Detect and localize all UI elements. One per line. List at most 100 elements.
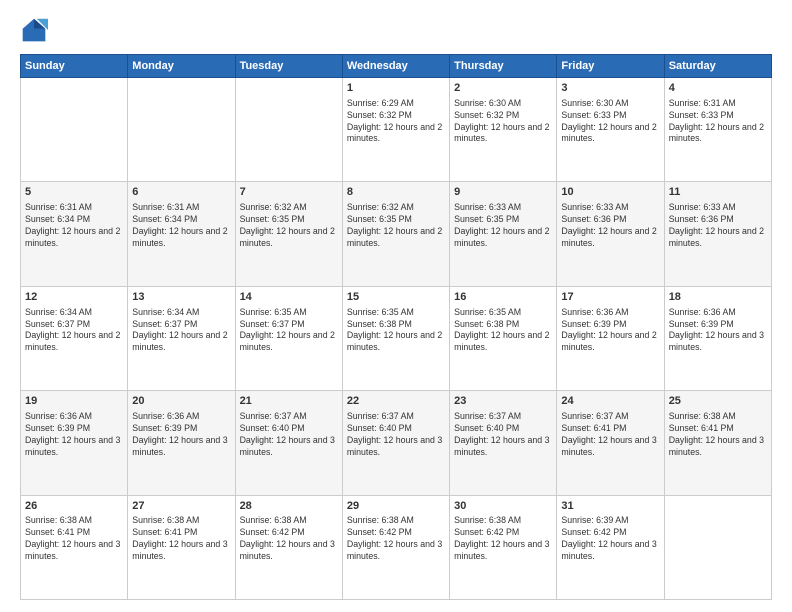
calendar-body: 1Sunrise: 6:29 AMSunset: 6:32 PMDaylight… [21,78,772,600]
calendar-cell: 9Sunrise: 6:33 AMSunset: 6:35 PMDaylight… [450,182,557,286]
day-info: Sunrise: 6:35 AM [454,307,552,319]
day-info: Sunrise: 6:36 AM [132,411,230,423]
day-info: Sunrise: 6:39 AM [561,515,659,527]
day-number: 31 [561,499,659,514]
page: SundayMondayTuesdayWednesdayThursdayFrid… [0,0,792,612]
day-number: 1 [347,81,445,96]
weekday-header-friday: Friday [557,55,664,78]
weekday-header-monday: Monday [128,55,235,78]
day-number: 6 [132,185,230,200]
day-info: Sunrise: 6:38 AM [347,515,445,527]
calendar-cell: 6Sunrise: 6:31 AMSunset: 6:34 PMDaylight… [128,182,235,286]
weekday-header-saturday: Saturday [664,55,771,78]
day-number: 4 [669,81,767,96]
day-number: 3 [561,81,659,96]
day-info: Sunrise: 6:33 AM [669,202,767,214]
day-number: 27 [132,499,230,514]
calendar-cell: 31Sunrise: 6:39 AMSunset: 6:42 PMDayligh… [557,495,664,599]
day-info: Sunset: 6:41 PM [132,527,230,539]
day-info: Sunset: 6:42 PM [454,527,552,539]
calendar-cell: 28Sunrise: 6:38 AMSunset: 6:42 PMDayligh… [235,495,342,599]
calendar-cell: 18Sunrise: 6:36 AMSunset: 6:39 PMDayligh… [664,286,771,390]
calendar-cell: 14Sunrise: 6:35 AMSunset: 6:37 PMDayligh… [235,286,342,390]
day-number: 17 [561,290,659,305]
calendar-cell: 25 Sunrise: 6:38 AMSunset: 6:41 PMDayligh… [664,391,771,495]
day-info: Daylight: 12 hours and 2 minutes. [454,330,552,354]
calendar-cell: 20Sunrise: 6:36 AMSunset: 6:39 PMDayligh… [128,391,235,495]
day-info: Sunrise: 6:29 AM [347,98,445,110]
day-info: Daylight: 12 hours and 3 minutes. [454,435,552,459]
day-number: 14 [240,290,338,305]
calendar-cell: 19Sunrise: 6:36 AMSunset: 6:39 PMDayligh… [21,391,128,495]
calendar-cell [128,78,235,182]
day-info: Sunrise: 6:36 AM [669,307,767,319]
calendar-week-5: 26Sunrise: 6:38 AMSunset: 6:41 PMDayligh… [21,495,772,599]
day-info: Sunset: 6:38 PM [454,319,552,331]
day-info: Sunset: 6:42 PM [347,527,445,539]
calendar-cell [235,78,342,182]
calendar-cell: 30Sunrise: 6:38 AMSunset: 6:42 PMDayligh… [450,495,557,599]
day-info: Daylight: 12 hours and 3 minutes. [132,539,230,563]
day-number: 23 [454,394,552,409]
day-number: 2 [454,81,552,96]
day-info: Daylight: 12 hours and 3 minutes. [347,539,445,563]
day-number: 15 [347,290,445,305]
calendar-cell: 7Sunrise: 6:32 AMSunset: 6:35 PMDaylight… [235,182,342,286]
day-number: 11 [669,185,767,200]
day-number: 29 [347,499,445,514]
day-info: Sunset: 6:39 PM [25,423,123,435]
day-info: Sunrise: 6:31 AM [25,202,123,214]
calendar-cell: 12Sunrise: 6:34 AMSunset: 6:37 PMDayligh… [21,286,128,390]
day-info: Daylight: 12 hours and 3 minutes. [240,539,338,563]
day-info: Sunset: 6:41 PM [25,527,123,539]
day-info: Sunrise: 6:38 AM [669,411,767,423]
calendar-cell: 24Sunrise: 6:37 AMSunset: 6:41 PMDayligh… [557,391,664,495]
day-number: 30 [454,499,552,514]
day-info: Sunrise: 6:33 AM [454,202,552,214]
day-info: Daylight: 12 hours and 3 minutes. [454,539,552,563]
day-info: Sunset: 6:40 PM [454,423,552,435]
day-info: Sunset: 6:37 PM [25,319,123,331]
day-info: Sunset: 6:37 PM [132,319,230,331]
day-number: 13 [132,290,230,305]
day-number: 16 [454,290,552,305]
day-number: 24 [561,394,659,409]
day-info: Daylight: 12 hours and 2 minutes. [454,122,552,146]
day-info: Daylight: 12 hours and 2 minutes. [25,226,123,250]
calendar-cell: 26Sunrise: 6:38 AMSunset: 6:41 PMDayligh… [21,495,128,599]
day-info: Daylight: 12 hours and 2 minutes. [240,226,338,250]
day-number: 19 [25,394,123,409]
day-number: 10 [561,185,659,200]
day-info: Daylight: 12 hours and 3 minutes. [669,435,767,459]
day-number: 25 [669,394,767,409]
day-info: Sunset: 6:41 PM [561,423,659,435]
day-number: 8 [347,185,445,200]
day-info: Daylight: 12 hours and 2 minutes. [25,330,123,354]
calendar-cell: 27Sunrise: 6:38 AMSunset: 6:41 PMDayligh… [128,495,235,599]
calendar-cell [664,495,771,599]
day-info: Sunrise: 6:34 AM [132,307,230,319]
day-info: Daylight: 12 hours and 2 minutes. [347,226,445,250]
day-number: 26 [25,499,123,514]
day-info: Daylight: 12 hours and 3 minutes. [25,435,123,459]
calendar-cell: 3Sunrise: 6:30 AMSunset: 6:33 PMDaylight… [557,78,664,182]
day-info: Sunset: 6:41 PM [669,423,767,435]
day-info: Sunset: 6:36 PM [561,214,659,226]
day-info: Sunrise: 6:38 AM [25,515,123,527]
calendar-header: SundayMondayTuesdayWednesdayThursdayFrid… [21,55,772,78]
day-info: Sunset: 6:39 PM [669,319,767,331]
day-info: Daylight: 12 hours and 2 minutes. [561,226,659,250]
calendar-cell: 17Sunrise: 6:36 AMSunset: 6:39 PMDayligh… [557,286,664,390]
day-info: Sunset: 6:35 PM [347,214,445,226]
day-number: 22 [347,394,445,409]
calendar-table: SundayMondayTuesdayWednesdayThursdayFrid… [20,54,772,600]
day-info: Sunrise: 6:33 AM [561,202,659,214]
day-number: 20 [132,394,230,409]
day-number: 12 [25,290,123,305]
calendar-cell [21,78,128,182]
day-info: Sunset: 6:34 PM [132,214,230,226]
day-info: Daylight: 12 hours and 3 minutes. [347,435,445,459]
day-info: Daylight: 12 hours and 3 minutes. [669,330,767,354]
logo [20,16,52,44]
day-info: Sunset: 6:37 PM [240,319,338,331]
